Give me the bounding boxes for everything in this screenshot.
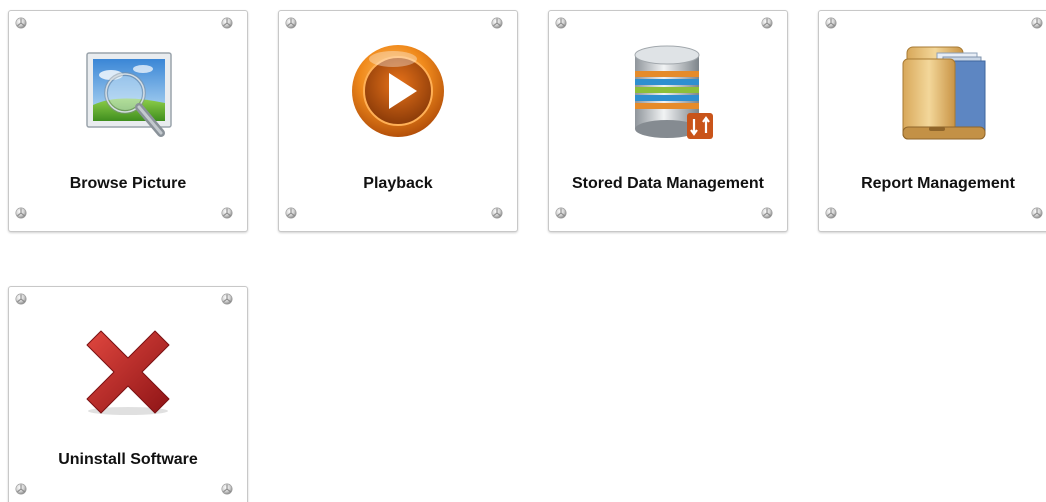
tile-label: Browse Picture xyxy=(69,175,187,192)
browse-picture-icon xyxy=(86,52,172,137)
tile-label: Stored Data Management xyxy=(571,175,765,192)
screw-icon xyxy=(491,17,503,29)
database-icon xyxy=(634,45,713,139)
tile-stored-data-management[interactable]: Stored Data Management xyxy=(548,10,788,232)
screw-icon xyxy=(825,17,837,29)
screw-icon xyxy=(555,17,567,29)
tile-browse-picture[interactable]: Browse Picture xyxy=(8,10,248,232)
app-launcher-grid: Browse Picture Playback Stored Data Mana… xyxy=(0,0,1046,502)
screw-icon xyxy=(221,293,233,305)
screw-icon xyxy=(761,207,773,219)
screw-icon xyxy=(825,207,837,219)
tile-label: Report Management xyxy=(861,175,1015,192)
screw-icon xyxy=(15,207,27,219)
screw-icon xyxy=(221,207,233,219)
screw-icon xyxy=(285,17,297,29)
screw-icon xyxy=(285,207,297,219)
screw-icon xyxy=(555,207,567,219)
screw-icon xyxy=(221,483,233,495)
screw-icon xyxy=(1031,17,1043,29)
tile-label: Playback xyxy=(363,175,433,192)
screw-icon xyxy=(221,17,233,29)
playback-icon xyxy=(352,45,444,137)
screw-icon xyxy=(491,207,503,219)
tile-playback[interactable]: Playback xyxy=(278,10,518,232)
screw-icon xyxy=(1031,207,1043,219)
tile-label: Uninstall Software xyxy=(58,451,198,468)
uninstall-x-icon xyxy=(86,330,170,415)
tile-report-management[interactable]: Report Management xyxy=(818,10,1046,232)
folder-icon xyxy=(902,46,986,140)
screw-icon xyxy=(15,17,27,29)
screw-icon xyxy=(15,483,27,495)
tile-uninstall-software[interactable]: Uninstall Software xyxy=(8,286,248,502)
screw-icon xyxy=(761,17,773,29)
screw-icon xyxy=(15,293,27,305)
